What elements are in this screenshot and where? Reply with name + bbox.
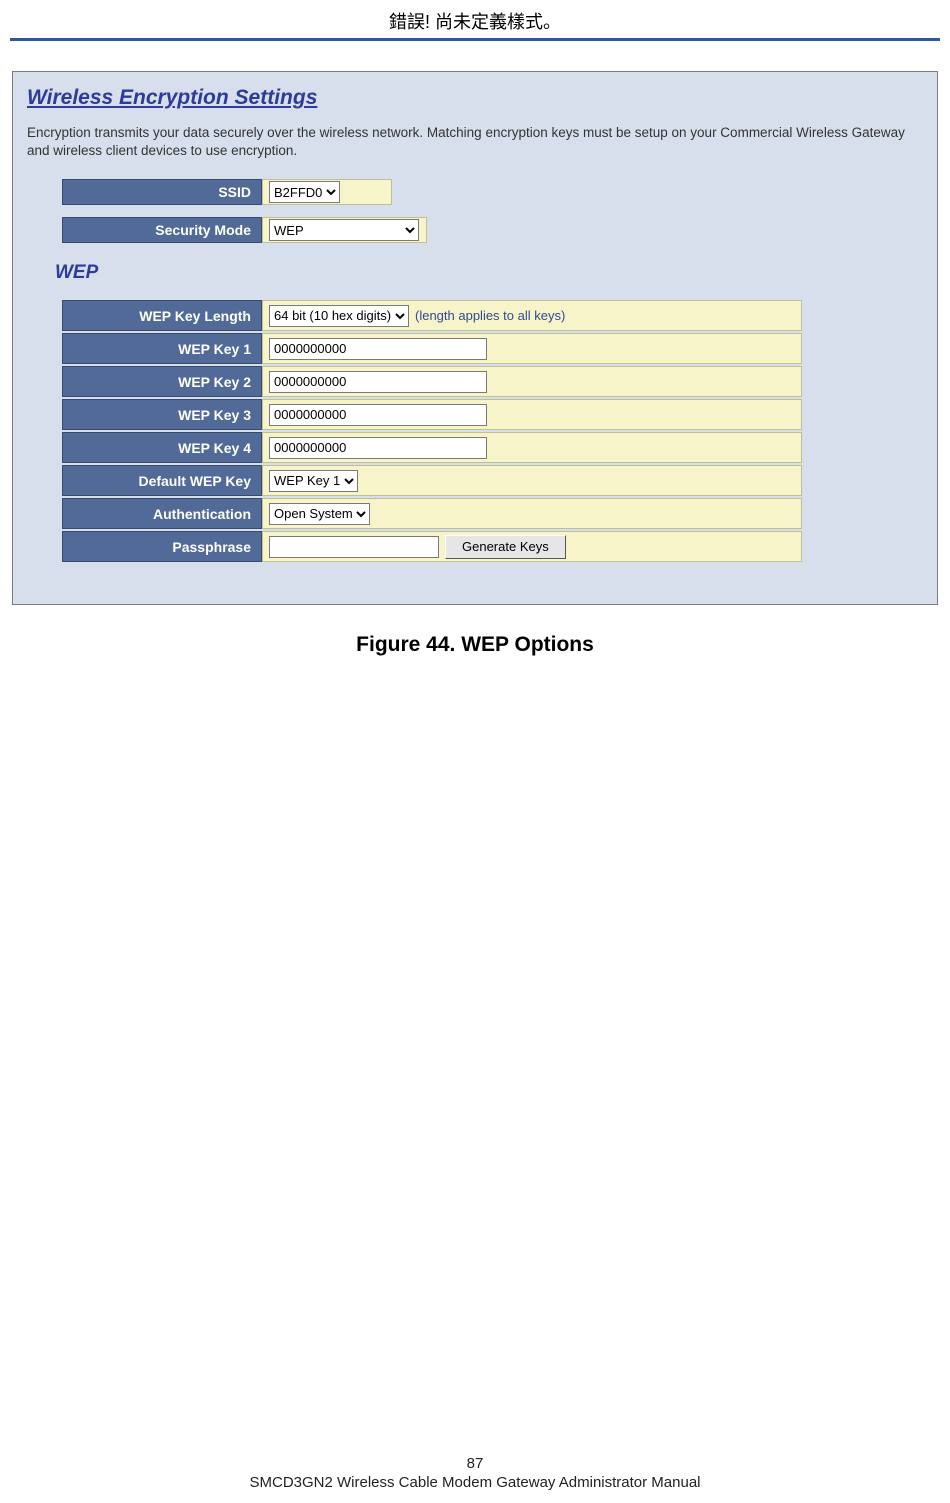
wep-key2-input[interactable] <box>269 371 487 393</box>
wep-key4-value-cell <box>262 432 802 463</box>
ssid-select[interactable]: B2FFD0 <box>269 181 340 203</box>
wep-key1-input[interactable] <box>269 338 487 360</box>
figure-caption: Figure 44. WEP Options <box>10 633 940 657</box>
manual-title: SMCD3GN2 Wireless Cable Modem Gateway Ad… <box>0 1474 950 1491</box>
default-wep-key-value-cell: WEP Key 1 <box>262 465 802 496</box>
wep-key3-row: WEP Key 3 <box>62 399 802 430</box>
page-header-error: 錯誤! 尚未定義樣式。 <box>10 0 940 38</box>
authentication-row: Authentication Open System <box>62 498 802 529</box>
default-wep-key-row: Default WEP Key WEP Key 1 <box>62 465 802 496</box>
ssid-value-cell: B2FFD0 <box>262 179 392 205</box>
wep-key1-row: WEP Key 1 <box>62 333 802 364</box>
panel-title: Wireless Encryption Settings <box>27 86 923 110</box>
authentication-select[interactable]: Open System <box>269 503 370 525</box>
security-mode-select[interactable]: WEP <box>269 219 419 241</box>
passphrase-value-cell: Generate Keys <box>262 531 802 562</box>
wep-key-length-value-cell: 64 bit (10 hex digits) (length applies t… <box>262 300 802 331</box>
security-mode-label: Security Mode <box>62 217 262 243</box>
wep-key-length-hint: (length applies to all keys) <box>415 308 565 323</box>
wep-key-length-row: WEP Key Length 64 bit (10 hex digits) (l… <box>62 300 802 331</box>
wep-key4-row: WEP Key 4 <box>62 432 802 463</box>
wep-key-length-label: WEP Key Length <box>62 300 262 331</box>
header-divider <box>10 38 940 41</box>
settings-panel: Wireless Encryption Settings Encryption … <box>12 71 938 605</box>
ssid-row: SSID B2FFD0 <box>62 178 923 206</box>
wep-key1-label: WEP Key 1 <box>62 333 262 364</box>
wep-key4-label: WEP Key 4 <box>62 432 262 463</box>
default-wep-key-select[interactable]: WEP Key 1 <box>269 470 358 492</box>
passphrase-label: Passphrase <box>62 531 262 562</box>
wep-key2-label: WEP Key 2 <box>62 366 262 397</box>
default-wep-key-label: Default WEP Key <box>62 465 262 496</box>
page-footer: 87 SMCD3GN2 Wireless Cable Modem Gateway… <box>0 1455 950 1491</box>
passphrase-input[interactable] <box>269 536 439 558</box>
panel-description: Encryption transmits your data securely … <box>27 124 923 160</box>
wep-key1-value-cell <box>262 333 802 364</box>
authentication-label: Authentication <box>62 498 262 529</box>
generate-keys-button[interactable]: Generate Keys <box>445 535 566 559</box>
wep-key-length-select[interactable]: 64 bit (10 hex digits) <box>269 305 409 327</box>
wep-key3-value-cell <box>262 399 802 430</box>
page-number: 87 <box>0 1455 950 1472</box>
wep-key2-row: WEP Key 2 <box>62 366 802 397</box>
wep-section-title: WEP <box>55 262 923 284</box>
authentication-value-cell: Open System <box>262 498 802 529</box>
passphrase-row: Passphrase Generate Keys <box>62 531 802 562</box>
wep-key2-value-cell <box>262 366 802 397</box>
security-mode-row: Security Mode WEP <box>62 216 923 244</box>
wep-key3-input[interactable] <box>269 404 487 426</box>
wep-key3-label: WEP Key 3 <box>62 399 262 430</box>
security-mode-value-cell: WEP <box>262 217 427 243</box>
ssid-label: SSID <box>62 179 262 205</box>
wep-key4-input[interactable] <box>269 437 487 459</box>
